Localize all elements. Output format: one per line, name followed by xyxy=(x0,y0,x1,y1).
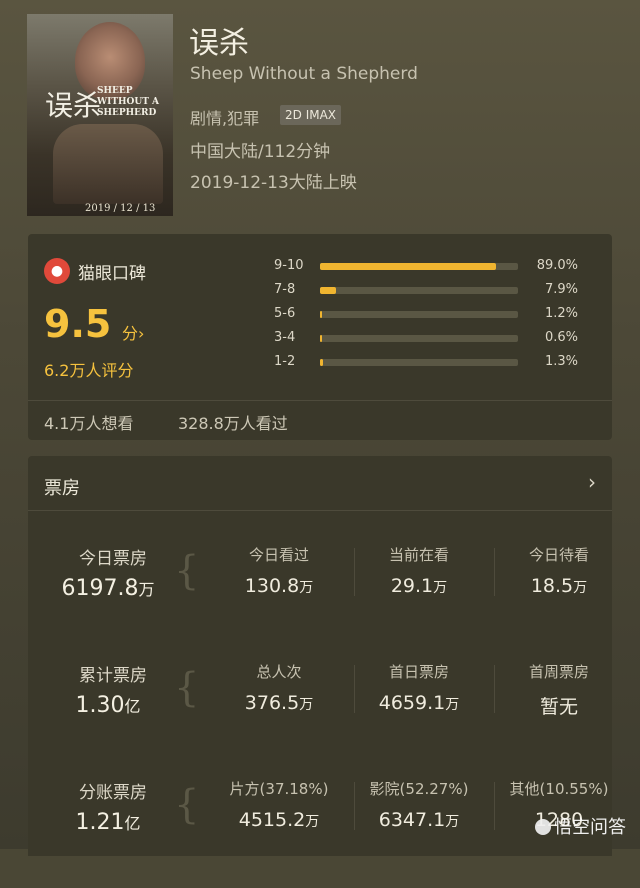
box-office-row: 累计票房 1.30亿 { 总人次 376.5万 首日票房 4659.1万 首周票房暂无 xyxy=(28,661,612,771)
box-office-stat-value: 暂无 xyxy=(539,696,578,718)
want-to-watch-count: 4.1万人想看 xyxy=(44,414,134,433)
rating-bar-fill xyxy=(320,335,322,342)
box-office-stat-label: 首日票房 xyxy=(388,663,449,681)
movie-release-date: 2019-12-13大陆上映 xyxy=(190,173,357,193)
rating-bar-percent: 1.3% xyxy=(544,354,578,369)
rating-bar-track xyxy=(320,287,518,294)
box-office-stat-label: 片方(37.18%) xyxy=(229,780,329,798)
rating-bar-fill xyxy=(320,359,323,366)
rating-distribution: 9-10 89.0% 7-8 7.9% 5-6 1.2% 3-4 0.6% 1-2 1.3% xyxy=(274,256,594,376)
box-office-stat: 首日票房 4659.1万 xyxy=(354,661,484,714)
rating-bar-row: 1-2 1.3% xyxy=(274,352,594,376)
box-office-stat: 片方(37.18%) 4515.2万 xyxy=(214,778,344,831)
rating-bar-percent: 1.2% xyxy=(544,306,578,321)
movie-title: 误杀 xyxy=(189,26,249,61)
rating-bar-fill xyxy=(320,263,497,270)
movie-genre: 剧情,犯罪 xyxy=(190,109,260,128)
rating-divider xyxy=(28,400,612,401)
rating-vote-count: 6.2万人评分 xyxy=(44,361,134,380)
brace-icon: { xyxy=(174,782,200,828)
box-office-row-value: 1.21亿 xyxy=(75,810,141,835)
rating-bar-row: 9-10 89.0% xyxy=(274,256,594,280)
box-office-row-value: 6197.8万 xyxy=(61,576,155,601)
rating-score-unit[interactable]: 分› xyxy=(122,320,144,344)
box-office-stat: 总人次 376.5万 xyxy=(214,661,344,714)
rating-bar-track xyxy=(320,263,518,270)
box-office-stat-value: 4515.2万 xyxy=(238,809,320,831)
rating-brand: 猫眼口碑 xyxy=(78,264,146,284)
box-office-stat-value: 18.5万 xyxy=(530,575,588,597)
box-office-stat: 影院(52.27%) 6347.1万 xyxy=(354,778,484,831)
rating-bar-row: 3-4 0.6% xyxy=(274,328,594,352)
poster-title-cn: 误杀 xyxy=(45,89,102,122)
box-office-row-label: 分账票房 xyxy=(79,783,147,803)
box-office-stat-value: 130.8万 xyxy=(244,575,314,597)
watermark: 悟空问答 xyxy=(535,813,626,839)
chevron-right-icon[interactable]: › xyxy=(588,470,596,494)
box-office-stat-label: 今日待看 xyxy=(528,546,589,564)
format-badge: 2D IMAX xyxy=(280,105,342,125)
box-office-stat: 当前在看 29.1万 xyxy=(354,544,484,597)
box-office-stat-label: 其他(10.55%) xyxy=(509,780,609,798)
rating-bar-fill xyxy=(320,287,336,294)
box-office-stat-label: 当前在看 xyxy=(388,546,449,564)
rating-bar-percent: 89.0% xyxy=(536,258,578,273)
rating-bar-track xyxy=(320,335,518,342)
box-office-stat-value: 6347.1万 xyxy=(378,809,460,831)
movie-english-title: Sheep Without a Shepherd xyxy=(190,64,418,84)
box-office-stat-label: 影院(52.27%) xyxy=(369,780,469,798)
rating-bar-row: 7-8 7.9% xyxy=(274,280,594,304)
maoyan-cat-icon: ● xyxy=(44,258,70,284)
rating-bar-row: 5-6 1.2% xyxy=(274,304,594,328)
rating-bar-label: 3-4 xyxy=(274,330,296,345)
watched-count: 328.8万人看过 xyxy=(178,414,288,433)
brace-icon: { xyxy=(174,665,200,711)
box-office-stat: 今日待看 18.5万 xyxy=(494,544,624,597)
box-office-stat-value: 376.5万 xyxy=(244,692,314,714)
column-divider xyxy=(354,665,355,713)
box-office-stat-value: 4659.1万 xyxy=(378,692,460,714)
poster-title-en: SHEEP WITHOUT A SHEPHERD xyxy=(97,86,160,118)
column-divider xyxy=(494,548,495,596)
rating-bar-percent: 7.9% xyxy=(544,282,578,297)
box-office-divider xyxy=(28,510,612,511)
box-office-row-value: 1.30亿 xyxy=(75,693,141,718)
column-divider xyxy=(354,548,355,596)
rating-card: ● 猫眼口碑 9.5 分› 6.2万人评分 9-10 89.0% 7-8 7.9% 5-… xyxy=(28,234,612,440)
brace-icon: { xyxy=(174,548,200,594)
rating-bar-label: 7-8 xyxy=(274,282,296,297)
wukong-logo-icon xyxy=(535,819,551,835)
rating-bar-label: 1-2 xyxy=(274,354,296,369)
movie-poster[interactable]: 误杀 SHEEP WITHOUT A SHEPHERD 2019 / 12 / … xyxy=(27,14,173,216)
rating-bar-label: 9-10 xyxy=(274,258,304,273)
box-office-stat-label: 首周票房 xyxy=(528,663,589,681)
box-office-row: 分账票房 1.21亿 { 片方(37.18%) 4515.2万 影院(52.27%) 634… xyxy=(28,778,612,888)
rating-score[interactable]: 9.5 xyxy=(44,302,111,346)
poster-figures-image xyxy=(53,124,163,204)
box-office-stat: 今日看过 130.8万 xyxy=(214,544,344,597)
movie-region-duration: 中国大陆/112分钟 xyxy=(190,142,331,162)
poster-date: 2019 / 12 / 13 xyxy=(85,203,156,214)
box-office-row-label: 累计票房 xyxy=(79,666,147,686)
rating-bar-track xyxy=(320,311,518,318)
box-office-title[interactable]: 票房 xyxy=(44,474,80,500)
rating-bar-label: 5-6 xyxy=(274,306,296,321)
column-divider xyxy=(494,665,495,713)
box-office-stat: 首周票房 暂无 xyxy=(494,661,624,719)
rating-bar-fill xyxy=(320,311,323,318)
box-office-stat-label: 总人次 xyxy=(256,663,302,681)
rating-bar-percent: 0.6% xyxy=(544,330,578,345)
rating-bar-track xyxy=(320,359,518,366)
box-office-stat-label: 今日看过 xyxy=(248,546,309,564)
box-office-row: 今日票房 6197.8万 { 今日看过 130.8万 当前在看 29.1万 今日待看 18.5万 xyxy=(28,544,612,654)
column-divider xyxy=(494,782,495,830)
box-office-stat-value: 29.1万 xyxy=(390,575,448,597)
watermark-text: 悟空问答 xyxy=(554,817,626,838)
box-office-card: 票房 › 今日票房 6197.8万 { 今日看过 130.8万 当前在看 29.1万 今日待看… xyxy=(28,456,612,856)
column-divider xyxy=(354,782,355,830)
box-office-row-label: 今日票房 xyxy=(79,549,147,569)
